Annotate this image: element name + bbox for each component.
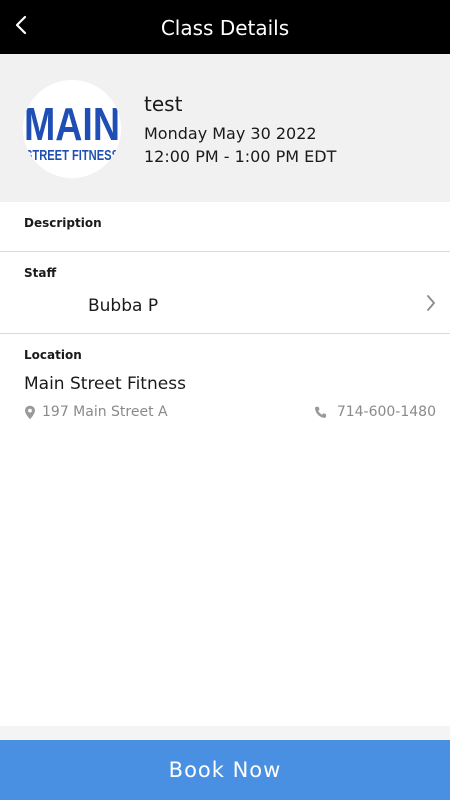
divider xyxy=(0,251,450,252)
class-details-screen: Class Details MAIN STREET FITNESS test M… xyxy=(0,0,450,800)
location-label: Location xyxy=(24,348,82,362)
class-date: Monday May 30 2022 xyxy=(144,124,317,143)
phone-text: 714-600-1480 xyxy=(336,404,436,420)
map-pin-icon xyxy=(25,405,35,419)
address-text: 197 Main Street A xyxy=(42,404,168,420)
chevron-right-icon xyxy=(427,295,435,311)
book-now-button[interactable]: Book Now xyxy=(0,740,450,800)
description-label: Description xyxy=(24,216,102,230)
logo-sub-text: STREET FITNESS xyxy=(25,147,119,164)
page-title: Class Details xyxy=(160,16,290,40)
divider xyxy=(0,333,450,334)
top-bar: Class Details xyxy=(0,0,450,54)
class-time: 12:00 PM - 1:00 PM EDT xyxy=(144,147,337,166)
studio-logo: MAIN STREET FITNESS xyxy=(23,80,121,178)
class-summary: MAIN STREET FITNESS test Monday May 30 2… xyxy=(0,54,450,202)
staff-label: Staff xyxy=(24,266,57,280)
logo-main-text: MAIN xyxy=(24,98,120,150)
staff-name: Bubba P xyxy=(88,296,159,316)
location-phone[interactable]: 714-600-1480 xyxy=(314,403,436,421)
staff-row[interactable]: Bubba P xyxy=(0,286,450,326)
bottom-spacer xyxy=(0,726,450,740)
location-address[interactable]: 197 Main Street A xyxy=(24,403,168,421)
location-name: Main Street Fitness xyxy=(24,374,186,394)
class-title: test xyxy=(144,92,183,116)
phone-icon xyxy=(314,406,326,418)
